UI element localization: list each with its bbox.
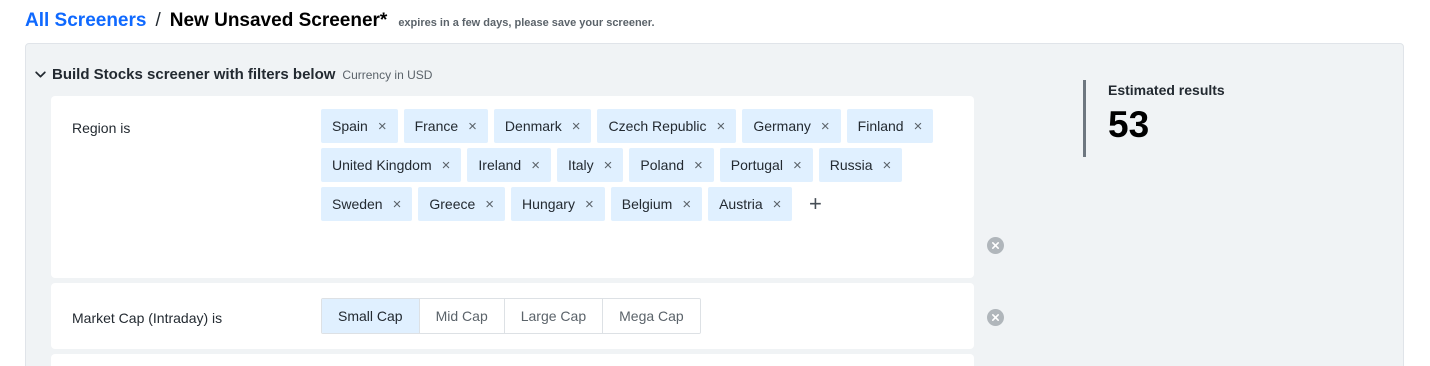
region-filter-label: Region is xyxy=(72,120,131,136)
estimated-results: Estimated results 53 xyxy=(1083,80,1225,157)
breadcrumb-separator: / xyxy=(155,10,161,31)
region-chip[interactable]: Finland × xyxy=(846,109,934,143)
region-chip[interactable]: Sweden × xyxy=(321,187,413,221)
remove-region-filter-icon[interactable] xyxy=(987,237,1004,254)
screener-panel: Build Stocks screener with filters below… xyxy=(25,43,1404,366)
next-filter xyxy=(51,354,974,366)
market-cap-option[interactable]: Mega Cap xyxy=(602,299,700,333)
region-chip-label: Sweden xyxy=(332,196,383,212)
chip-remove-icon[interactable]: × xyxy=(442,157,451,174)
region-chip[interactable]: United Kingdom × xyxy=(321,148,462,182)
builder-header: Build Stocks screener with filters below… xyxy=(34,66,432,83)
region-chip-label: Ireland xyxy=(478,157,522,173)
region-chip[interactable]: Italy × xyxy=(556,148,624,182)
estimated-results-count: 53 xyxy=(1108,104,1150,145)
add-region-icon[interactable]: + xyxy=(798,187,832,221)
chip-remove-icon[interactable]: × xyxy=(883,157,892,174)
region-chip-label: United Kingdom xyxy=(332,157,432,173)
region-chip[interactable]: Austria × xyxy=(708,187,793,221)
chip-remove-icon[interactable]: × xyxy=(378,118,387,135)
region-chip-label: Denmark xyxy=(504,118,562,134)
region-chip-label: Portugal xyxy=(730,157,783,173)
region-chip[interactable]: Russia × xyxy=(818,148,903,182)
region-chip[interactable]: Denmark × xyxy=(493,109,592,143)
builder-title[interactable]: Build Stocks screener with filters below xyxy=(52,66,335,83)
all-screeners-link[interactable]: All Screeners xyxy=(25,10,146,32)
chip-remove-icon[interactable]: × xyxy=(821,118,830,135)
chip-remove-icon[interactable]: × xyxy=(468,118,477,135)
region-chip[interactable]: Poland × xyxy=(629,148,714,182)
region-chip[interactable]: Ireland × xyxy=(467,148,551,182)
region-chip-label: Austria xyxy=(719,196,763,212)
chip-remove-icon[interactable]: × xyxy=(694,157,703,174)
chip-remove-icon[interactable]: × xyxy=(682,196,691,213)
region-chip-label: Czech Republic xyxy=(608,118,707,134)
estimated-results-label: Estimated results xyxy=(1108,82,1225,98)
chip-remove-icon[interactable]: × xyxy=(793,157,802,174)
chip-remove-icon[interactable]: × xyxy=(717,118,726,135)
chevron-down-icon[interactable] xyxy=(34,68,47,81)
market-cap-option[interactable]: Large Cap xyxy=(503,299,603,333)
region-chip[interactable]: Belgium × xyxy=(610,187,703,221)
region-chip[interactable]: Spain × xyxy=(321,109,398,143)
region-chip[interactable]: Germany × xyxy=(742,109,841,143)
region-chip[interactable]: Hungary × xyxy=(511,187,605,221)
expiry-note: expires in a few days, please save your … xyxy=(398,17,655,29)
region-chip[interactable]: France × xyxy=(403,109,488,143)
chip-remove-icon[interactable]: × xyxy=(773,196,782,213)
remove-market-cap-filter-icon[interactable] xyxy=(987,309,1004,326)
market-cap-option[interactable]: Small Cap xyxy=(322,299,419,333)
region-chip-list: Spain × France × Denmark × Czech Republic × Germ… xyxy=(321,109,941,221)
region-chip[interactable]: Greece × xyxy=(418,187,506,221)
region-chip-label: Italy xyxy=(567,157,594,173)
chip-remove-icon[interactable]: × xyxy=(585,196,594,213)
region-chip-label: Finland xyxy=(857,118,904,134)
region-filter: Region is Spain × France × Denmark × Czech Rep… xyxy=(51,96,974,278)
region-chip-label: Belgium xyxy=(621,196,673,212)
chip-remove-icon[interactable]: × xyxy=(914,118,923,135)
region-chip-label: Poland xyxy=(640,157,685,173)
market-cap-segmented-control: Small Cap Mid Cap Large Cap Mega Cap xyxy=(321,298,701,334)
region-chip-label: Hungary xyxy=(522,196,575,212)
region-chip-label: Spain xyxy=(332,118,368,134)
region-chip-label: Greece xyxy=(429,196,476,212)
region-chip-label: Germany xyxy=(753,118,811,134)
breadcrumb: All Screeners / New Unsaved Screener* ex… xyxy=(25,10,655,32)
market-cap-filter-label: Market Cap (Intraday) is xyxy=(72,310,223,326)
screener-title: New Unsaved Screener* xyxy=(169,10,388,31)
market-cap-option[interactable]: Mid Cap xyxy=(418,299,504,333)
region-chip[interactable]: Czech Republic × xyxy=(597,109,737,143)
chip-remove-icon[interactable]: × xyxy=(604,157,613,174)
region-chip-label: Russia xyxy=(829,157,873,173)
region-chip-label: France xyxy=(414,118,459,134)
region-chip[interactable]: Portugal × xyxy=(719,148,813,182)
chip-remove-icon[interactable]: × xyxy=(531,157,540,174)
chip-remove-icon[interactable]: × xyxy=(485,196,494,213)
chip-remove-icon[interactable]: × xyxy=(393,196,402,213)
market-cap-filter: Market Cap (Intraday) is Small Cap Mid Ca… xyxy=(51,283,974,349)
chip-remove-icon[interactable]: × xyxy=(572,118,581,135)
currency-note: Currency in USD xyxy=(342,67,433,82)
